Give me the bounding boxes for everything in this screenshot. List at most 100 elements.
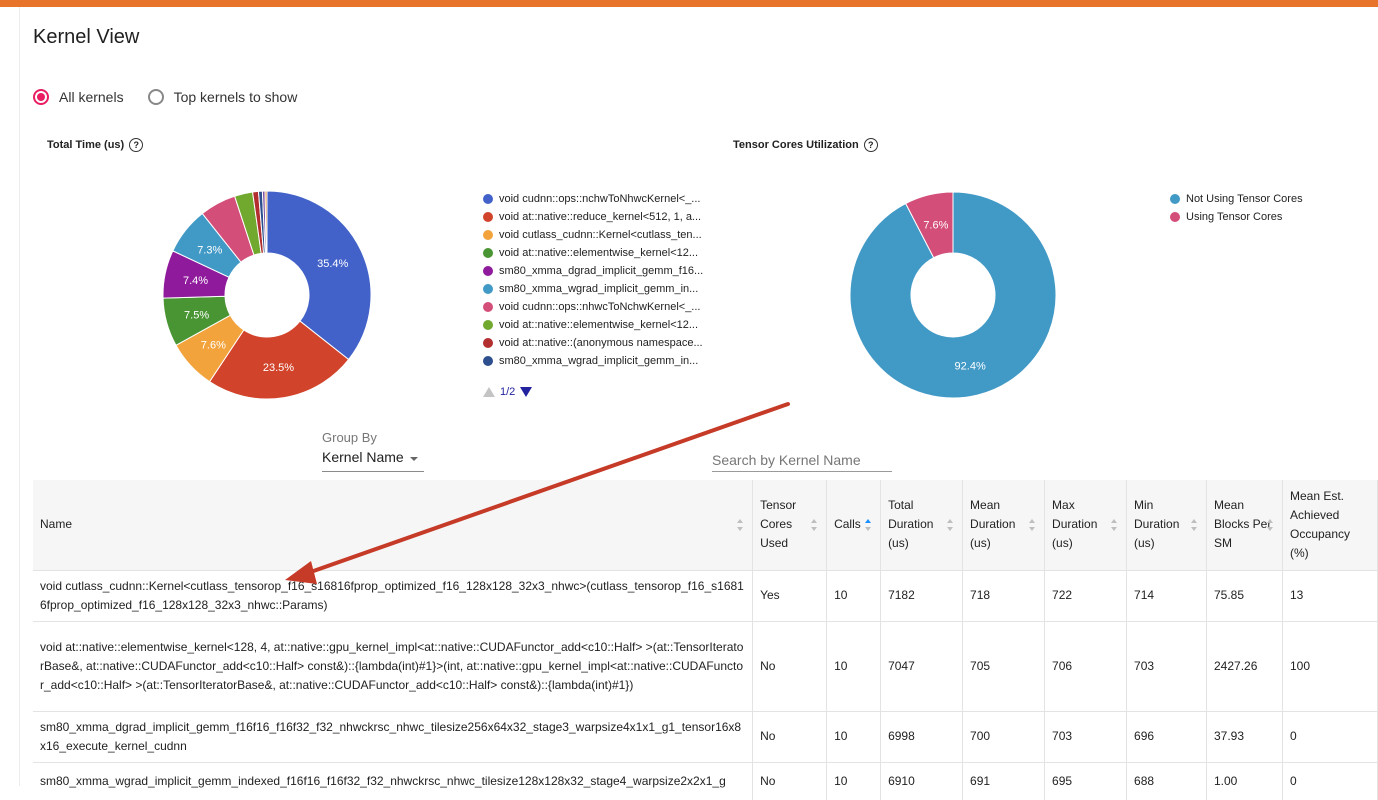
tensor-cores-donut-chart[interactable]: 92.4% 7.6% (847, 190, 1059, 402)
cell-max: 695 (1044, 761, 1128, 800)
slice-label: 35.4% (317, 258, 348, 270)
column-header-max-duration[interactable]: Max Duration (us) (1044, 480, 1128, 570)
column-header-min-duration[interactable]: Min Duration (us) (1126, 480, 1207, 570)
slice-label: 7.6% (201, 339, 226, 351)
legend-label: void at::native::(anonymous namespace... (499, 337, 703, 349)
cell-min: 688 (1126, 761, 1207, 800)
legend-label: Not Using Tensor Cores (1186, 193, 1303, 205)
column-label: Max Duration (us) (1052, 498, 1098, 551)
column-header-name[interactable]: Name (33, 480, 754, 570)
legend-swatch (483, 248, 493, 258)
cell-max: 703 (1044, 710, 1128, 762)
legend-label: void cudnn::ops::nchwToNhwcKernel<_... (499, 193, 701, 205)
cell-name: sm80_xmma_wgrad_implicit_gemm_indexed_f1… (33, 761, 754, 800)
total-time-chart-title: Total Time (us) ? (47, 138, 144, 152)
cell-calls: 10 (826, 761, 882, 800)
slice-label: 23.5% (263, 362, 294, 374)
legend-item[interactable]: void cudnn::ops::nchwToNhwcKernel<_... (483, 190, 703, 208)
top-kernels-radio[interactable] (147, 89, 164, 105)
sort-icon[interactable] (811, 518, 818, 531)
legend-item[interactable]: sm80_xmma_wgrad_implicit_gemm_in... (483, 280, 703, 298)
cell-name: sm80_xmma_dgrad_implicit_gemm_f16f16_f16… (33, 710, 754, 762)
group-by-label: Group By (322, 430, 377, 445)
slice-label: 92.4% (955, 360, 986, 372)
cell-tc: No (752, 710, 828, 762)
legend-label: void at::native::reduce_kernel<512, 1, a… (499, 211, 702, 223)
cell-calls: 10 (826, 620, 882, 711)
legend-item[interactable]: Not Using Tensor Cores (1170, 190, 1303, 208)
slice-label: 7.6% (923, 220, 948, 232)
legend-label: Using Tensor Cores (1186, 211, 1283, 223)
legend-label: void at::native::elementwise_kernel<12..… (499, 319, 699, 331)
legend-item[interactable]: void at::native::elementwise_kernel<12..… (483, 244, 703, 262)
sort-icon[interactable] (737, 518, 744, 531)
sort-ascending-icon[interactable] (865, 518, 872, 531)
total-time-legend: void cudnn::ops::nchwToNhwcKernel<_...vo… (483, 190, 703, 370)
page-down-icon[interactable] (520, 387, 533, 397)
legend-label: void at::native::elementwise_kernel<12..… (499, 247, 699, 259)
cell-occ: 0 (1282, 710, 1378, 762)
sort-icon[interactable] (1191, 518, 1198, 531)
legend-swatch (483, 212, 493, 222)
legend-label: sm80_xmma_dgrad_implicit_gemm_f16... (499, 265, 704, 277)
sort-icon[interactable] (947, 518, 954, 531)
legend-label: sm80_xmma_wgrad_implicit_gemm_in... (499, 355, 699, 367)
cell-calls: 10 (826, 710, 882, 762)
left-divider (19, 7, 20, 786)
cell-total: 7047 (880, 620, 964, 711)
column-header-total-duration[interactable]: Total Duration (us) (880, 480, 964, 570)
legend-item[interactable]: void cudnn::ops::nhwcToNchwKernel<_... (483, 298, 703, 316)
table-row[interactable]: sm80_xmma_wgrad_implicit_gemm_indexed_f1… (33, 761, 1378, 800)
cell-mean: 705 (962, 620, 1046, 711)
cell-blocks: 1.00 (1206, 761, 1283, 800)
table-row[interactable]: void at::native::elementwise_kernel<128,… (33, 620, 1378, 711)
total-time-donut-chart[interactable]: 35.4% 23.5% 7.6% 7.5% 7.4% 7.3% (160, 190, 374, 404)
table-row[interactable]: sm80_xmma_dgrad_implicit_gemm_f16f16_f16… (33, 710, 1378, 762)
column-header-tensor-cores[interactable]: Tensor Cores Used (752, 480, 828, 570)
kernel-search-input[interactable] (712, 449, 892, 472)
legend-item[interactable]: void at::native::reduce_kernel<512, 1, a… (483, 208, 703, 226)
legend-item[interactable]: sm80_xmma_wgrad_implicit_gemm_in... (483, 352, 703, 370)
cell-min: 696 (1126, 710, 1207, 762)
legend-swatch (483, 302, 493, 312)
group-by-value: Kernel Name (322, 449, 404, 465)
cell-occ: 0 (1282, 761, 1378, 800)
page-up-icon[interactable] (483, 387, 495, 397)
tensor-cores-chart-title: Tensor Cores Utilization ? (733, 138, 878, 152)
column-label: Mean Duration (us) (970, 498, 1016, 551)
sort-icon[interactable] (1266, 518, 1274, 531)
group-by-select[interactable]: Kernel Name (322, 449, 424, 472)
cell-max: 706 (1044, 620, 1128, 711)
column-header-calls[interactable]: Calls (826, 480, 882, 570)
cell-blocks: 75.85 (1206, 569, 1283, 621)
column-header-mean-blocks[interactable]: Mean Blocks Per SM (1206, 480, 1283, 570)
table-row[interactable]: void cutlass_cudnn::Kernel<cutlass_tenso… (33, 569, 1378, 621)
help-icon[interactable]: ? (863, 138, 878, 152)
cell-occ: 13 (1282, 569, 1378, 621)
cell-total: 7182 (880, 569, 964, 621)
total-time-title-text: Total Time (us) (47, 139, 125, 151)
caret-down-icon (410, 457, 418, 461)
top-kernels-label[interactable]: Top kernels to show (174, 89, 298, 105)
column-header-occupancy[interactable]: Mean Est. Achieved Occupancy (%) (1282, 480, 1378, 570)
tensor-cores-legend: Not Using Tensor Cores Using Tensor Cores (1170, 190, 1303, 226)
legend-item[interactable]: Using Tensor Cores (1170, 208, 1303, 226)
cell-total: 6910 (880, 761, 964, 800)
cell-tc: Yes (752, 569, 828, 621)
cell-min: 714 (1126, 569, 1207, 621)
legend-item[interactable]: void at::native::(anonymous namespace... (483, 334, 703, 352)
legend-pager: 1/2 (483, 386, 533, 398)
all-kernels-label[interactable]: All kernels (59, 89, 124, 105)
column-header-mean-duration[interactable]: Mean Duration (us) (962, 480, 1046, 570)
slice-label: 7.3% (197, 245, 222, 257)
all-kernels-radio[interactable] (33, 89, 49, 105)
legend-item[interactable]: void at::native::elementwise_kernel<12..… (483, 316, 703, 334)
legend-item[interactable]: sm80_xmma_dgrad_implicit_gemm_f16... (483, 262, 703, 280)
legend-swatch (483, 194, 493, 204)
help-icon[interactable]: ? (129, 138, 144, 152)
sort-icon[interactable] (1111, 518, 1118, 531)
sort-icon[interactable] (1029, 518, 1036, 531)
legend-item[interactable]: void cutlass_cudnn::Kernel<cutlass_ten..… (483, 226, 703, 244)
page-title: Kernel View (33, 26, 140, 48)
cell-max: 722 (1044, 569, 1128, 621)
